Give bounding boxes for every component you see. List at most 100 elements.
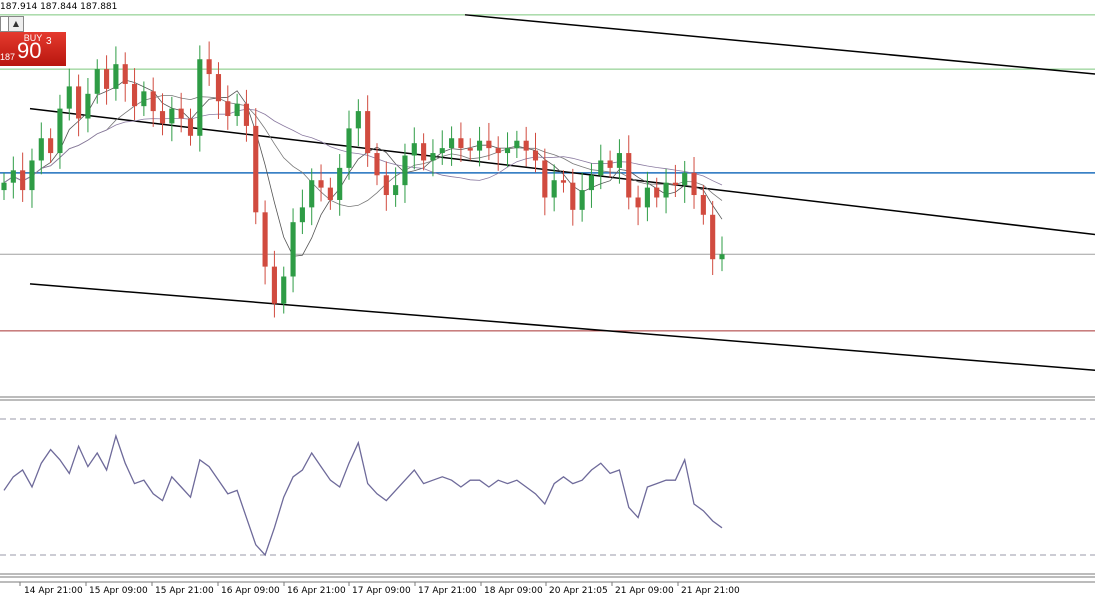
candle-body (402, 155, 408, 186)
candle (532, 132, 539, 173)
candle-body (365, 111, 371, 154)
x-axis: 14 Apr 21:00 15 Apr 09:00 15 Apr 21:00 16 A… (0, 582, 1095, 600)
candle-body (635, 197, 641, 208)
buy-price-super: 3 (46, 36, 52, 47)
candle-body (169, 108, 175, 124)
candle (85, 78, 91, 133)
candle-body (374, 153, 380, 176)
candle (76, 74, 82, 137)
x-tick-label: 17 Apr 09:00 (352, 586, 411, 596)
candle (700, 185, 706, 225)
candle-body (309, 180, 315, 208)
ohlc-readout: 187.914 187.844 187.881 (0, 2, 118, 12)
candle (29, 148, 35, 208)
candle-body (504, 148, 511, 154)
candle (38, 122, 44, 175)
candle-body (20, 170, 26, 191)
candle-body (598, 160, 604, 176)
candle (141, 81, 147, 117)
candle (691, 157, 697, 209)
candle (346, 110, 352, 180)
candle-body (38, 138, 44, 161)
trend-channel (3, 14, 1095, 372)
candle (635, 185, 641, 226)
candle-body (542, 160, 548, 198)
candle-body (532, 150, 539, 161)
x-tick-label: 16 Apr 09:00 (221, 586, 280, 596)
candle-body (393, 185, 399, 196)
candle (48, 128, 54, 163)
x-tick-label: 21 Apr 21:00 (681, 586, 740, 596)
candle (262, 200, 268, 285)
candle (337, 154, 343, 216)
candle (607, 150, 613, 178)
candle (94, 59, 100, 104)
candle-body (327, 187, 333, 200)
candle (150, 77, 156, 127)
candle-body (234, 103, 240, 117)
candle-body (206, 59, 212, 75)
candle-body (421, 143, 427, 161)
candle (206, 41, 212, 86)
candle (449, 126, 455, 166)
candle-body (719, 254, 725, 260)
candle (644, 171, 650, 222)
candle-body (355, 111, 361, 129)
candle-body (271, 266, 277, 304)
candle (225, 85, 231, 130)
candle-body (514, 140, 520, 149)
price-chart[interactable] (0, 0, 1095, 600)
candle (299, 189, 305, 235)
candle (187, 108, 194, 146)
candle-body (449, 138, 455, 149)
candle-body (411, 143, 417, 156)
candle (421, 133, 427, 171)
x-tick-label: 18 Apr 09:00 (484, 586, 543, 596)
candle-body (57, 108, 63, 154)
candle-body (122, 64, 128, 84)
candle-body (439, 148, 445, 154)
candle-body (654, 187, 660, 198)
candle (57, 94, 63, 169)
candle (598, 144, 604, 190)
candle-body (159, 111, 166, 124)
candle-body (290, 222, 296, 277)
buy-button[interactable]: BUY 187 90 3 (0, 32, 66, 66)
candle-body (10, 170, 16, 183)
candle (197, 45, 203, 152)
x-tick-label: 20 Apr 21:05 (549, 586, 608, 596)
candle (355, 99, 361, 147)
candle-body (225, 101, 231, 117)
candle-body (570, 182, 576, 210)
candle (159, 93, 166, 136)
candle-body (253, 125, 259, 213)
x-tick-label: 16 Apr 21:00 (287, 586, 346, 596)
candle-body (458, 138, 464, 149)
candle (169, 96, 175, 142)
candle-body (644, 187, 650, 208)
candlesticks (1, 41, 725, 318)
lot-increase-button[interactable]: ▲ (8, 16, 24, 32)
candle (514, 130, 520, 158)
candle-body (48, 138, 54, 154)
buy-price-big: 90 (17, 38, 42, 63)
x-tick-label: 14 Apr 21:00 (24, 586, 83, 596)
candle (710, 200, 716, 276)
buy-price-prefix: 187 (0, 52, 16, 62)
candle (682, 160, 688, 203)
candle-body (150, 91, 156, 112)
candle (309, 168, 315, 226)
x-tick-label: 15 Apr 09:00 (89, 586, 148, 596)
moving-average-5 (3, 79, 723, 257)
candle (663, 168, 669, 214)
candle (10, 156, 16, 199)
candle (579, 172, 585, 222)
one-click-trade-panel: ▲ BUY 187 90 3 (0, 16, 66, 66)
candle-body (1, 182, 7, 191)
candle (439, 130, 445, 165)
candle-body (430, 153, 436, 161)
candle (1, 172, 7, 200)
candle-body (66, 86, 72, 109)
candle-body (523, 140, 529, 151)
candle-body (476, 140, 483, 151)
